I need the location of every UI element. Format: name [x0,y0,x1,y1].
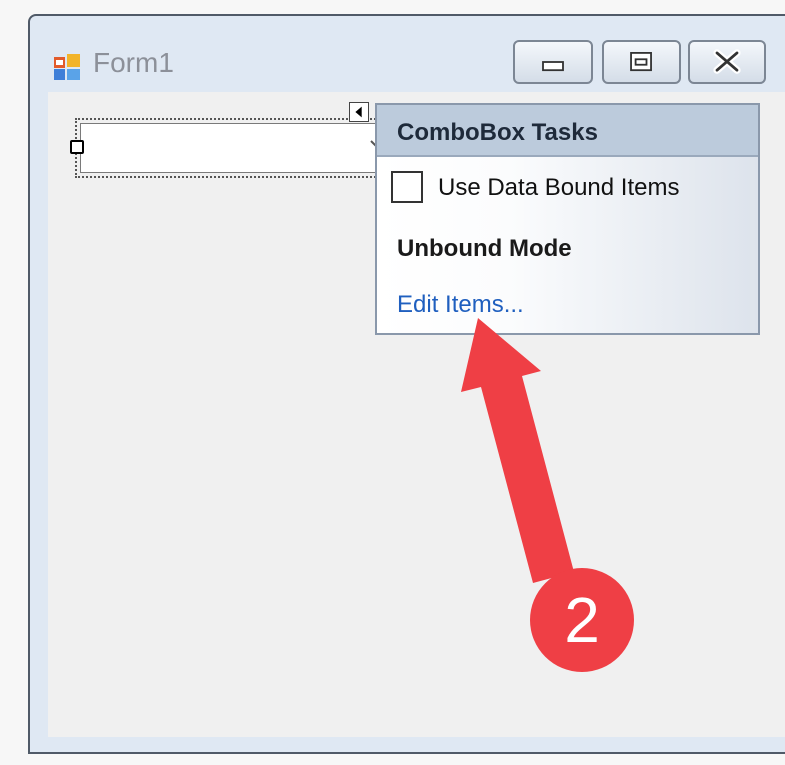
unbound-mode-heading: Unbound Mode [397,235,572,262]
title-bar: Form1 [30,16,785,92]
combobox[interactable] [80,123,400,173]
form-client-area: ComboBox Tasks Use Data Bound Items Unbo… [48,92,785,737]
close-button[interactable] [688,40,766,84]
maximize-button[interactable] [602,40,681,84]
tasks-panel-header: ComboBox Tasks [377,105,758,157]
close-icon [713,49,741,74]
tasks-panel-title: ComboBox Tasks [397,119,598,146]
combobox-tasks-panel: ComboBox Tasks Use Data Bound Items Unbo… [375,103,760,335]
step-number-badge: 2 [530,568,634,672]
minimize-icon [542,61,564,72]
minimize-button[interactable] [513,40,593,84]
smart-tag-button[interactable] [349,102,369,122]
maximize-icon [630,52,652,72]
edit-items-link[interactable]: Edit Items... [397,291,524,319]
caret-left-icon [355,106,362,118]
window-title: Form1 [93,47,174,78]
app-icon [54,54,80,80]
form-window: Form1 ComboBox Tasks Use Data Bound Item… [28,14,785,754]
use-data-bound-items-option[interactable]: Use Data Bound Items [391,171,751,205]
use-data-bound-items-label[interactable]: Use Data Bound Items [438,174,679,202]
use-data-bound-items-checkbox[interactable] [391,171,423,203]
resize-grip-handle[interactable] [70,140,84,154]
